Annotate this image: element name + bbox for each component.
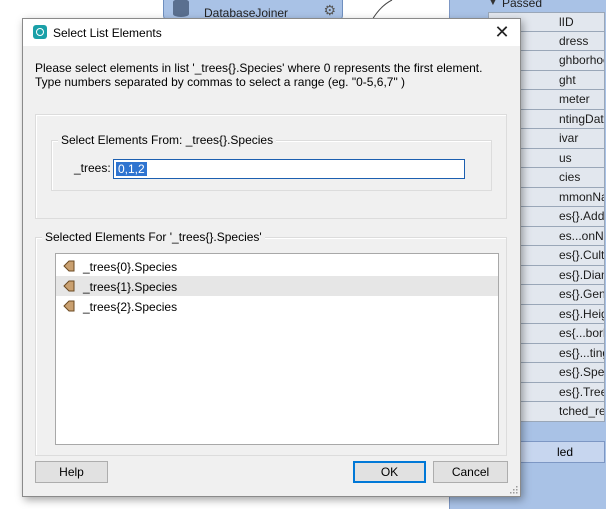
dialog-titlebar[interactable]: Select List Elements ✕	[23, 19, 520, 46]
selected-elements-list[interactable]: _trees{0}.Species _trees{1}.Species _tre…	[55, 253, 499, 445]
database-icon	[173, 0, 189, 17]
connection-line	[371, 0, 393, 20]
list-item-label: _trees{0}.Species	[83, 260, 178, 274]
panel-header-label: Passed	[502, 0, 543, 10]
list-attribute-icon	[63, 260, 75, 272]
resize-grip-icon[interactable]	[508, 484, 518, 494]
dialog-title: Select List Elements	[53, 26, 162, 40]
trees-input-value: 0,1,2	[116, 162, 147, 176]
app-icon	[33, 25, 47, 39]
list-item[interactable]: _trees{2}.Species	[56, 296, 498, 316]
panel-header[interactable]: ▼ Passed	[450, 0, 606, 12]
list-attribute-icon	[63, 300, 75, 312]
gear-icon[interactable]: ⚙	[323, 2, 336, 19]
instruction-line-1: Please select elements in list '_trees{}…	[35, 61, 483, 75]
chevron-down-icon[interactable]: ▼	[488, 0, 498, 8]
list-item-label: _trees{1}.Species	[83, 280, 178, 294]
ok-button[interactable]: OK	[353, 461, 426, 483]
trees-input[interactable]: 0,1,2	[113, 159, 465, 179]
instructions: Please select elements in list '_trees{}…	[35, 61, 505, 89]
select-elements-legend: Select Elements From: _trees{}.Species	[58, 133, 277, 147]
selected-elements-legend: Selected Elements For '_trees{}.Species'	[42, 230, 265, 244]
output-port-label: led	[557, 445, 574, 459]
cancel-button[interactable]: Cancel	[433, 461, 508, 483]
help-button[interactable]: Help	[35, 461, 108, 483]
list-attribute-icon	[63, 280, 75, 292]
trees-field-label: _trees:	[74, 161, 111, 175]
list-item-label: _trees{2}.Species	[83, 300, 178, 314]
select-list-elements-dialog: Select List Elements ✕ Please select ele…	[22, 18, 521, 497]
close-icon[interactable]: ✕	[490, 21, 514, 43]
instruction-line-2: Type numbers separated by commas to sele…	[35, 75, 406, 89]
list-item[interactable]: _trees{0}.Species	[56, 256, 498, 276]
list-item[interactable]: _trees{1}.Species	[56, 276, 498, 296]
